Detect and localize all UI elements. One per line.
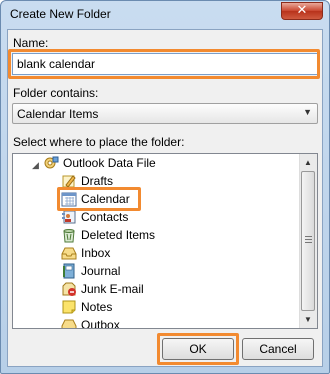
tree-item-label: Drafts (81, 174, 114, 188)
name-label: Name: (13, 36, 49, 50)
grip-line (305, 239, 312, 240)
junk-email-icon (62, 282, 76, 296)
grip-line (305, 242, 312, 243)
grip-line (305, 236, 312, 237)
tree-item-label: Inbox (81, 246, 111, 260)
tree-item-label: Journal (81, 264, 121, 278)
create-new-folder-dialog: Create New Folder ✕ Name: blank calendar… (0, 0, 330, 374)
folder-contains-label: Folder contains: (13, 86, 99, 100)
folder-tree[interactable]: ◢ Outlook Data File Drafts Calendar Cont… (12, 153, 318, 329)
notes-icon (62, 300, 76, 314)
tree-item-label: Outlook Data File (63, 156, 156, 170)
scroll-thumb[interactable] (301, 171, 315, 311)
tree-item-label: Contacts (81, 210, 129, 224)
dialog-title: Create New Folder (10, 7, 111, 21)
journal-icon (63, 263, 75, 279)
outlook-data-file-icon (44, 156, 59, 169)
tree-item-label: Notes (81, 300, 113, 314)
inbox-icon (61, 247, 77, 260)
contacts-icon (62, 210, 76, 224)
scroll-down-icon[interactable]: ▼ (300, 311, 316, 328)
scroll-up-icon[interactable]: ▲ (300, 154, 316, 171)
close-button[interactable]: ✕ (281, 2, 323, 20)
name-input-highlight (8, 49, 320, 79)
collapse-triangle-icon[interactable]: ◢ (32, 160, 39, 171)
folder-contains-value: Calendar Items (17, 107, 99, 121)
dialog-body: Name: blank calendar Folder contains: Ca… (7, 29, 323, 367)
tree-item-label: Junk E-mail (81, 282, 144, 296)
close-icon: ✕ (296, 3, 308, 18)
outbox-icon (61, 319, 77, 328)
cancel-button-label: Cancel (259, 342, 297, 356)
tree-item-label: Outbox (81, 318, 120, 329)
ok-button-highlight (157, 333, 239, 365)
tree-label: Select where to place the folder: (13, 135, 185, 149)
tree-item-label: Deleted Items (81, 228, 156, 242)
cancel-button[interactable]: Cancel (242, 338, 314, 360)
tree-scrollbar[interactable]: ▲ ▼ (299, 154, 317, 328)
calendar-item-highlight (57, 187, 141, 211)
deleted-items-icon (63, 229, 75, 243)
folder-contains-select[interactable]: Calendar Items ▼ (12, 103, 318, 124)
chevron-down-icon: ▼ (303, 107, 312, 117)
title-bar[interactable]: Create New Folder ✕ (1, 1, 329, 29)
